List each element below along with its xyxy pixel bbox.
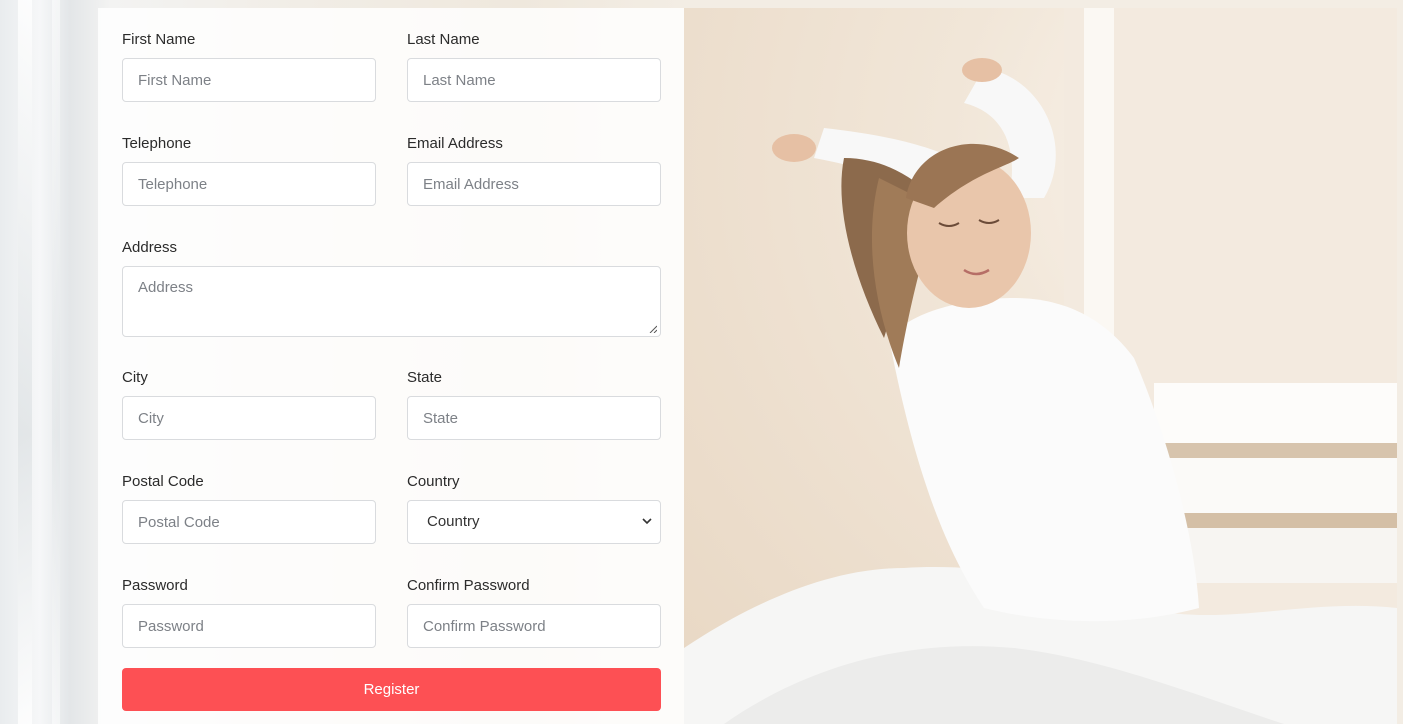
first-name-group: First Name (122, 30, 376, 102)
first-name-input[interactable] (122, 58, 376, 102)
state-label: State (407, 369, 443, 386)
telephone-label: Telephone (122, 135, 192, 152)
telephone-input[interactable] (122, 162, 376, 206)
window-light-streak (18, 0, 32, 724)
state-input[interactable] (407, 396, 661, 440)
confirm-password-input[interactable] (407, 604, 661, 648)
city-input[interactable] (122, 396, 376, 440)
city-label: City (122, 369, 148, 386)
postal-code-group: Postal Code (122, 472, 376, 544)
last-name-label: Last Name (407, 31, 480, 48)
city-group: City (122, 368, 376, 440)
confirm-password-group: Confirm Password (407, 576, 661, 648)
password-label: Password (122, 577, 188, 594)
password-group: Password (122, 576, 376, 648)
telephone-group: Telephone (122, 134, 376, 206)
registration-page: First Name Last Name Telephone Email Add… (0, 0, 1403, 724)
password-input[interactable] (122, 604, 376, 648)
window-light-streak (52, 0, 60, 724)
postal-code-input[interactable] (122, 500, 376, 544)
woman-stretching-illustration (684, 8, 1397, 724)
registration-form: First Name Last Name Telephone Email Add… (98, 8, 684, 724)
email-input[interactable] (407, 162, 661, 206)
state-group: State (407, 368, 661, 440)
hero-photo (684, 8, 1397, 724)
first-name-label: First Name (122, 31, 196, 48)
confirm-password-label: Confirm Password (407, 577, 530, 594)
chevron-down-icon (642, 518, 652, 525)
country-group: Country Country (407, 472, 661, 544)
postal-code-label: Postal Code (122, 473, 204, 490)
address-group: Address (122, 238, 661, 337)
address-label: Address (122, 239, 178, 256)
country-select[interactable]: Country (407, 500, 661, 544)
address-textarea[interactable] (122, 266, 661, 337)
country-label: Country (407, 473, 460, 490)
email-label: Email Address (407, 135, 503, 152)
email-group: Email Address (407, 134, 661, 206)
register-button[interactable]: Register (122, 668, 661, 711)
last-name-input[interactable] (407, 58, 661, 102)
country-select-value: Country (427, 513, 480, 530)
last-name-group: Last Name (407, 30, 661, 102)
